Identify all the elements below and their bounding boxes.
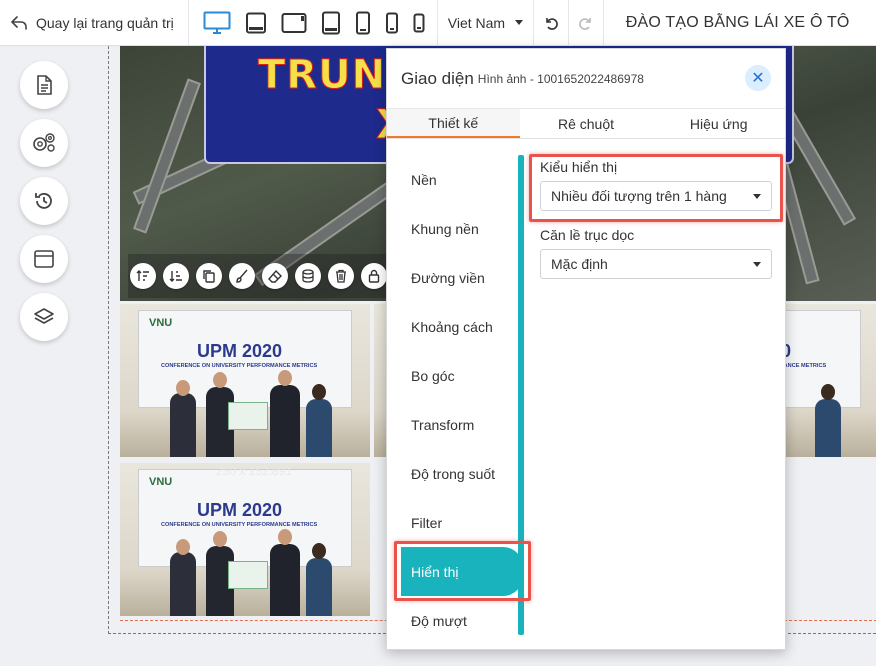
person-head <box>312 543 326 559</box>
person-figure <box>306 558 332 616</box>
menu-item-radius[interactable]: Bo góc <box>387 351 527 400</box>
award-board <box>228 402 268 430</box>
panel-tabs: Thiết kế Rê chuột Hiệu ứng <box>387 109 785 139</box>
person-head <box>312 384 326 400</box>
person-head <box>213 372 227 388</box>
menu-item-transform[interactable]: Transform <box>387 400 527 449</box>
settings-button[interactable] <box>20 119 68 167</box>
tab-hover[interactable]: Rê chuột <box>520 109 653 138</box>
tab-effects[interactable]: Hiệu ứng <box>652 109 785 138</box>
road-shape <box>133 78 201 234</box>
menu-item-background[interactable]: Nền <box>387 155 527 204</box>
trash-icon[interactable] <box>328 263 354 289</box>
menu-item-frame[interactable]: Khung nền <box>387 204 527 253</box>
redo-icon <box>578 17 591 30</box>
person-figure <box>170 552 196 616</box>
phone-small-icon[interactable] <box>413 8 425 38</box>
language-value: Viet Nam <box>447 14 506 31</box>
tablet-icon[interactable] <box>321 8 341 38</box>
person-head <box>278 529 292 545</box>
left-rail <box>0 46 88 666</box>
brush-icon[interactable] <box>229 263 255 289</box>
conference-title: CONFERENCE ON UNIVERSITY PERFORMANCE MET… <box>161 522 318 528</box>
person-figure <box>815 399 841 457</box>
history-icon <box>35 193 52 209</box>
conference-title: CONFERENCE ON UNIVERSITY PERFORMANCE MET… <box>161 363 318 369</box>
desktop-icon[interactable] <box>203 8 231 38</box>
back-arrow-icon <box>11 15 27 30</box>
photo-item[interactable]: VNU UPM 2020 CONFERENCE ON UNIVERSITY PE… <box>120 304 370 457</box>
person-figure <box>270 385 300 457</box>
person-head <box>278 370 292 386</box>
eraser-icon[interactable] <box>262 263 288 289</box>
phone-icon[interactable] <box>385 8 399 38</box>
pages-button[interactable] <box>20 61 68 109</box>
layers-button[interactable] <box>20 293 68 341</box>
lock-icon[interactable] <box>361 263 387 289</box>
person-figure <box>170 393 196 457</box>
chevron-down-icon <box>753 261 761 267</box>
panel-subtitle: Hình ảnh - 1001652022486978 <box>477 71 644 86</box>
copy-icon[interactable] <box>196 263 222 289</box>
sort-up-icon[interactable] <box>130 263 156 289</box>
top-bar: Quay lại trang quản trị Viet Nam ĐÀO TẠO… <box>0 0 876 46</box>
close-button[interactable]: ✕ <box>745 65 771 91</box>
close-icon: ✕ <box>751 70 765 87</box>
phone-large-icon[interactable] <box>355 8 371 38</box>
redo-button[interactable] <box>569 0 604 46</box>
photo-item[interactable]: VNU UPM 2020 CONFERENCE ON UNIVERSITY PE… <box>120 463 370 616</box>
person-head <box>821 384 835 400</box>
history-button[interactable] <box>20 177 68 225</box>
vertical-align-select[interactable]: Mặc định <box>540 249 772 279</box>
highlight-display-type <box>529 154 783 222</box>
menu-item-smoothness[interactable]: Độ mượt <box>387 596 527 645</box>
site-title: ĐÀO TẠO BẰNG LÁI XE Ô TÔ <box>625 13 850 31</box>
panel-header: Giao diện Hình ảnh - 1001652022486978 <box>387 49 785 109</box>
person-head <box>176 380 190 396</box>
award-board <box>228 561 268 589</box>
menu-item-spacing[interactable]: Khoảng cách <box>387 302 527 351</box>
person-head <box>213 531 227 547</box>
vnu-logo: VNU <box>149 476 173 488</box>
undo-icon <box>545 17 558 30</box>
settings-icon <box>33 133 55 152</box>
menu-item-opacity[interactable]: Độ trong suốt <box>387 449 527 498</box>
panel-title: Giao diện <box>401 68 474 88</box>
back-to-admin-button[interactable]: Quay lại trang quản trị <box>0 0 189 46</box>
back-label: Quay lại trang quản trị <box>36 14 174 31</box>
element-toolbar <box>128 254 408 298</box>
device-switcher <box>189 0 438 46</box>
window-icon <box>34 250 54 268</box>
tablet-wide-icon[interactable] <box>281 8 307 38</box>
vertical-align-label: Căn lề trục dọc <box>540 227 635 243</box>
sort-down-icon[interactable] <box>163 263 189 289</box>
person-figure <box>270 544 300 616</box>
person-figure <box>306 399 332 457</box>
tablet-landscape-icon[interactable] <box>245 8 267 38</box>
database-icon[interactable] <box>295 263 321 289</box>
chevron-down-icon <box>514 20 523 25</box>
dimension-label: 250 x 152.891 <box>216 464 293 478</box>
highlight-display-menu <box>394 541 531 601</box>
person-head <box>176 539 190 555</box>
tab-design[interactable]: Thiết kế <box>387 109 520 138</box>
document-icon <box>37 75 52 95</box>
upm-title: UPM 2020 <box>197 500 283 520</box>
layout-button[interactable] <box>20 235 68 283</box>
layers-icon <box>34 308 54 324</box>
menu-item-filter[interactable]: Filter <box>387 498 527 547</box>
undo-button[interactable] <box>534 0 569 46</box>
upm-title: UPM 2020 <box>197 341 283 361</box>
menu-item-border[interactable]: Đường viền <box>387 253 527 302</box>
vnu-logo: VNU <box>149 317 173 329</box>
vertical-align-value: Mặc định <box>551 256 608 272</box>
language-select[interactable]: Viet Nam <box>438 0 534 46</box>
